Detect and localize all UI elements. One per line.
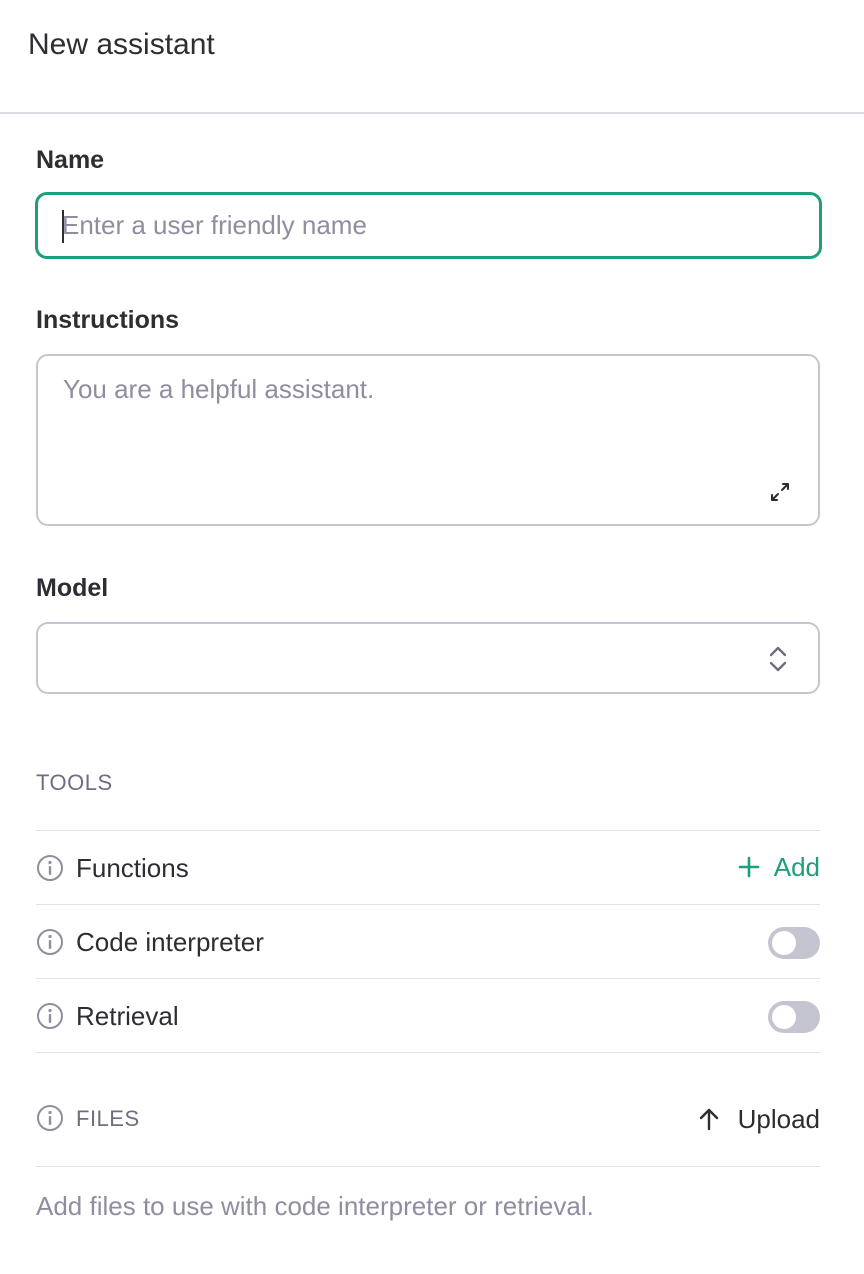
- expand-icon[interactable]: [768, 480, 792, 504]
- model-label: Model: [36, 574, 109, 602]
- divider: [36, 1166, 820, 1167]
- tools-section-title: TOOLS: [36, 770, 113, 795]
- upload-button[interactable]: Upload: [698, 1102, 820, 1136]
- upload-label: Upload: [737, 1103, 820, 1134]
- tool-row-functions: Functions Add: [36, 832, 820, 905]
- retrieval-toggle[interactable]: [768, 1001, 820, 1033]
- divider: [36, 904, 820, 905]
- chevron-up-down-icon: [769, 646, 787, 672]
- functions-label: Functions: [76, 853, 189, 883]
- text-caret: [62, 210, 64, 243]
- divider: [36, 978, 820, 979]
- divider: [36, 830, 820, 831]
- page-title: New assistant: [28, 28, 215, 61]
- arrow-up-icon: [699, 1108, 718, 1131]
- instructions-box: [36, 354, 820, 526]
- name-label: Name: [36, 146, 105, 174]
- model-select[interactable]: [36, 622, 820, 694]
- instructions-input[interactable]: [38, 356, 818, 524]
- add-function-button[interactable]: Add: [738, 850, 820, 884]
- tool-row-retrieval: Retrieval: [36, 980, 820, 1053]
- info-icon[interactable]: [36, 928, 64, 956]
- info-icon[interactable]: [36, 1104, 64, 1132]
- instructions-label: Instructions: [36, 306, 180, 334]
- add-function-label: Add: [773, 851, 820, 882]
- divider: [36, 1052, 820, 1053]
- dialog-header: New assistant: [0, 0, 864, 114]
- plus-icon: [738, 856, 760, 878]
- files-hint-text: Add files to use with code interpreter o…: [36, 1191, 594, 1221]
- toggle-knob: [772, 1005, 796, 1029]
- tool-row-code-interpreter: Code interpreter: [36, 906, 820, 979]
- code-interpreter-toggle[interactable]: [768, 927, 820, 959]
- name-input[interactable]: [35, 192, 822, 259]
- code-interpreter-label: Code interpreter: [76, 927, 264, 957]
- info-icon[interactable]: [36, 854, 64, 882]
- files-section-title: FILES: [76, 1106, 140, 1131]
- toggle-knob: [772, 931, 796, 955]
- info-icon[interactable]: [36, 1002, 64, 1030]
- retrieval-label: Retrieval: [76, 1001, 179, 1031]
